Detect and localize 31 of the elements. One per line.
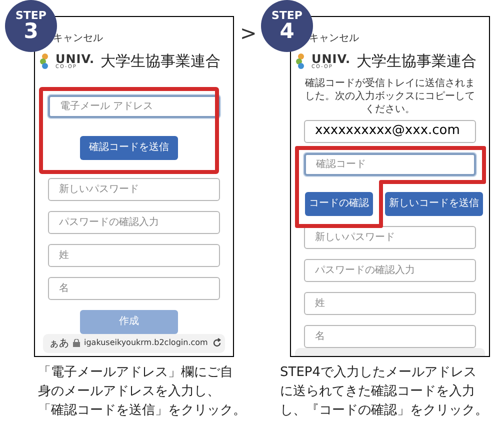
input-field[interactable]: 電子メール アドレス <box>48 94 220 118</box>
input-field[interactable]: パスワードの確認入力 <box>304 258 476 282</box>
button[interactable]: コードの確認 <box>305 192 373 216</box>
button[interactable]: 確認コードを送信 <box>80 136 178 160</box>
organization-name: 大学生協事業連合 <box>356 51 477 72</box>
logo-mark: UNIV. <box>55 52 95 65</box>
step-caption: STEP4で入力したメールアドレス に送られてきた確認コードを入力 し、『コードの確認」をクリック。 <box>280 364 488 420</box>
step-number: 3 <box>24 21 38 42</box>
step-label: STEP <box>271 10 302 21</box>
next-arrow: > <box>240 20 257 47</box>
logo-mark: UNIV. <box>311 52 351 65</box>
input-field[interactable]: 姓 <box>48 244 220 266</box>
cancel-link[interactable]: キャンセル <box>309 31 359 46</box>
input-field[interactable]: 姓 <box>304 292 476 314</box>
input-field[interactable]: 確認コード <box>304 152 476 176</box>
button[interactable]: 新しいコードを送信 <box>385 192 483 216</box>
step-caption: 「電子メールアドレス」欄にご自 身のメールアドレスを入力し、 「確認コードを送信」をクリック。 <box>38 364 246 420</box>
input-field[interactable]: xxxxxxxxxx@xxx.com <box>304 120 476 142</box>
input-field[interactable]: 新しいパスワード <box>304 226 476 248</box>
text-size-label: ぁあ <box>49 336 69 351</box>
input-field[interactable]: 名 <box>48 276 220 300</box>
organization-name: 大学生協事業連合 <box>100 51 221 72</box>
cancel-link[interactable]: キャンセル <box>53 31 103 46</box>
input-field[interactable]: 名 <box>304 324 476 348</box>
url-bar[interactable]: ぁあ igakuseikyoukrm.b2clogin.com <box>43 334 225 353</box>
input-field[interactable]: 新しいパスワード <box>48 178 220 200</box>
step-number: 4 <box>280 21 294 42</box>
info-message: 確認コードが受信トレイに送信されました。次の入力ボックスにコピーしてください。 <box>304 76 476 116</box>
input-field[interactable]: パスワードの確認入力 <box>48 210 220 234</box>
step-label: STEP <box>15 10 46 21</box>
url-text: igakuseikyoukrm.b2clogin.com <box>84 337 208 350</box>
